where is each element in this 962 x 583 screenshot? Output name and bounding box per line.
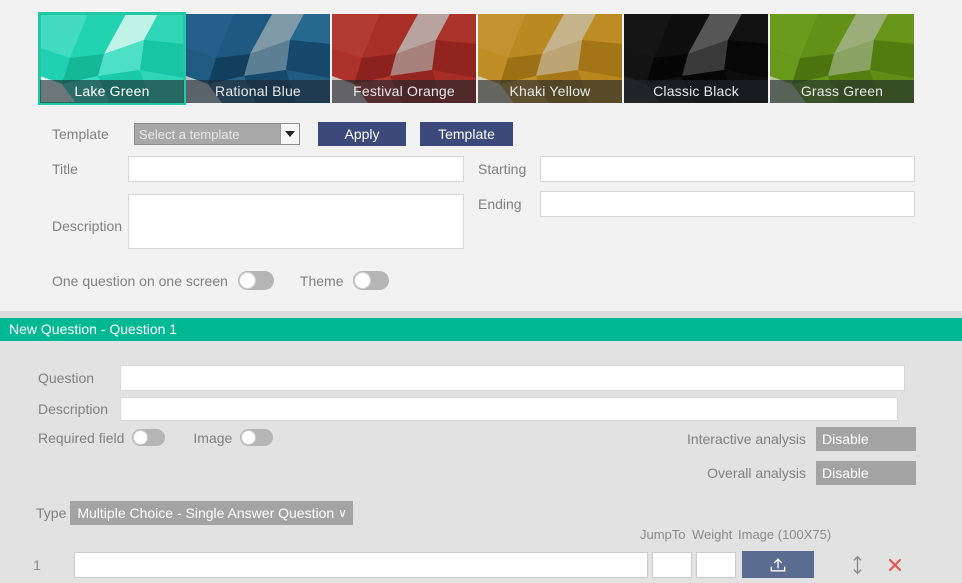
starting-input[interactable] bbox=[540, 156, 915, 182]
theme-gallery: Lake Green Rational Blue Festival Orange… bbox=[0, 0, 962, 114]
question-description-label: Description bbox=[38, 401, 109, 417]
chevron-down-icon: ∨ bbox=[338, 506, 347, 520]
theme-card-label: Rational Blue bbox=[186, 80, 330, 103]
option-number: 1 bbox=[33, 556, 41, 573]
option-column-headers: JumpTo Weight Image (100X75) bbox=[640, 527, 858, 542]
question-row: Question bbox=[38, 365, 905, 391]
theme-card-classic-black[interactable]: Classic Black bbox=[624, 14, 768, 103]
question-type-row: Type Multiple Choice - Single Answer Que… bbox=[36, 501, 353, 525]
question-description-input[interactable] bbox=[120, 397, 898, 421]
ending-label: Ending bbox=[478, 196, 522, 212]
title-input[interactable] bbox=[128, 156, 464, 182]
toggle-knob bbox=[354, 272, 372, 289]
template-button[interactable]: Template bbox=[420, 122, 513, 146]
theme-card-label: Lake Green bbox=[40, 80, 184, 103]
theme-card-khaki-yellow[interactable]: Khaki Yellow bbox=[478, 14, 622, 103]
ending-row: Ending bbox=[478, 191, 915, 217]
theme-card-lake-green[interactable]: Lake Green bbox=[38, 12, 186, 105]
template-select-value: Select a template bbox=[139, 126, 240, 142]
theme-card-list: Lake Green Rational Blue Festival Orange… bbox=[38, 12, 914, 105]
starting-label: Starting bbox=[478, 161, 527, 177]
interactive-analysis-select[interactable]: Disable bbox=[816, 427, 916, 451]
option-text-input[interactable] bbox=[74, 551, 648, 578]
template-label: Template bbox=[52, 126, 109, 142]
theme-card-label: Classic Black bbox=[624, 80, 768, 103]
description-row: Description bbox=[52, 194, 464, 249]
one-question-per-screen-toggle[interactable] bbox=[237, 271, 274, 290]
toggle-knob bbox=[133, 430, 149, 445]
question-type-label: Type bbox=[36, 505, 67, 521]
question-input[interactable] bbox=[120, 365, 905, 391]
move-updown-icon bbox=[853, 555, 862, 574]
toggle-knob bbox=[238, 272, 256, 289]
chevron-down-icon bbox=[280, 124, 299, 144]
option-jump-to-input[interactable] bbox=[652, 551, 692, 578]
image-toggle[interactable] bbox=[240, 429, 274, 446]
one-question-per-screen-label: One question on one screen bbox=[52, 272, 228, 289]
description-textarea[interactable] bbox=[128, 194, 464, 249]
overall-analysis-label: Overall analysis bbox=[707, 465, 806, 481]
image-toggle-label: Image bbox=[193, 429, 233, 446]
interactive-analysis-row: Interactive analysis Disable bbox=[687, 427, 916, 451]
overall-analysis-row: Overall analysis Disable bbox=[707, 461, 916, 485]
required-field-toggle[interactable] bbox=[132, 429, 166, 446]
jump-to-header: JumpTo bbox=[640, 527, 686, 542]
option-row: 1 bbox=[0, 546, 962, 583]
delete-x-icon bbox=[888, 558, 902, 571]
survey-meta-form: Template Select a template Apply Templat… bbox=[0, 114, 962, 311]
apply-button[interactable]: Apply bbox=[318, 122, 406, 146]
theme-toggle[interactable] bbox=[353, 271, 390, 290]
template-select[interactable]: Select a template bbox=[134, 123, 300, 145]
option-weight-input[interactable] bbox=[696, 551, 736, 578]
template-row: Template Select a template Apply Templat… bbox=[52, 122, 513, 146]
option-delete-button[interactable] bbox=[887, 557, 903, 573]
question-type-value: Multiple Choice - Single Answer Question bbox=[77, 505, 335, 521]
theme-card-label: Festival Orange bbox=[332, 80, 476, 103]
toggle-knob bbox=[241, 430, 257, 445]
image-header: Image (100X75) bbox=[738, 527, 832, 542]
required-field-label: Required field bbox=[38, 429, 125, 446]
overall-analysis-select[interactable]: Disable bbox=[816, 461, 916, 485]
option-reorder-handle[interactable] bbox=[850, 554, 865, 576]
question-flags-row: Required field Image bbox=[38, 429, 279, 446]
ending-input[interactable] bbox=[540, 191, 915, 217]
survey-toggles-row: One question on one screen Theme bbox=[52, 271, 395, 290]
theme-card-festival-orange[interactable]: Festival Orange bbox=[332, 14, 476, 103]
question-label: Question bbox=[38, 370, 95, 386]
theme-toggle-label: Theme bbox=[299, 272, 344, 289]
theme-card-rational-blue[interactable]: Rational Blue bbox=[186, 14, 330, 103]
question-type-select[interactable]: Multiple Choice - Single Answer Question… bbox=[70, 501, 353, 525]
theme-card-label: Grass Green bbox=[770, 80, 914, 103]
title-label: Title bbox=[52, 161, 78, 177]
option-image-upload-button[interactable] bbox=[742, 551, 814, 578]
new-question-banner: New Question - Question 1 bbox=[0, 318, 962, 341]
title-row: Title bbox=[52, 156, 464, 182]
description-label: Description bbox=[52, 217, 123, 234]
theme-card-label: Khaki Yellow bbox=[478, 80, 622, 103]
upload-icon bbox=[770, 557, 786, 571]
question-description-row: Description bbox=[38, 397, 898, 421]
theme-card-grass-green[interactable]: Grass Green bbox=[770, 14, 914, 103]
weight-header: Weight bbox=[692, 527, 733, 542]
interactive-analysis-label: Interactive analysis bbox=[686, 431, 806, 447]
starting-row: Starting bbox=[478, 156, 915, 182]
section-divider bbox=[0, 311, 962, 318]
